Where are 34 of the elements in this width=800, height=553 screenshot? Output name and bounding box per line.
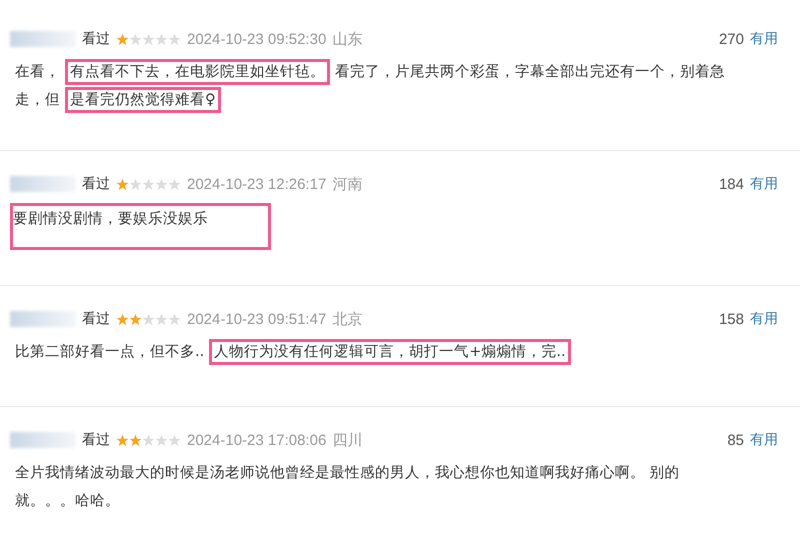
blurred-username (10, 31, 76, 47)
useful-link[interactable]: 有用 (750, 30, 778, 48)
vote-count: 184 (718, 176, 744, 192)
highlighted-text: 有点看不下去，在电影院里如坐针毡。 (65, 59, 330, 85)
watched-label: 看过 (82, 310, 110, 328)
review-location: 山东 (332, 30, 362, 48)
review-text: 看完了，片尾共两个彩蛋，字幕全部出完还有一个，别着急 (334, 62, 726, 82)
vote-count: 85 (727, 432, 744, 448)
useful-link[interactable]: 有用 (750, 431, 778, 449)
blurred-username (10, 432, 76, 448)
vote-count: 270 (718, 30, 744, 48)
review-location: 河南 (332, 174, 362, 194)
review-time: 2024-10-23 09:51:47 (187, 310, 326, 328)
review-location: 北京 (332, 310, 362, 328)
watched-label: 看过 (82, 431, 110, 449)
review-time: 2024-10-23 12:26:17 (187, 176, 326, 192)
blurred-username (10, 311, 76, 327)
useful-link[interactable]: 有用 (750, 310, 778, 328)
review-text: 在看， (14, 63, 61, 82)
useful-link[interactable]: 有用 (750, 175, 778, 193)
review-time: 2024-10-23 09:52:30 (187, 30, 326, 48)
vote-count: 158 (718, 310, 744, 328)
review-text: 全片我情绪波动最大的时候是汤老师说他曾经是最性感的男人，我心想你也知道啊我好痛心啊。 别的 (14, 464, 681, 483)
watched-label: 看过 (82, 30, 110, 48)
watched-label: 看过 (82, 175, 110, 193)
review-text: 比第二部好看一点，但不多.. (14, 342, 206, 362)
highlighted-text: 人物行为没有任何逻辑可言，胡打一气+煽煽情，完.. (209, 339, 571, 365)
highlighted-text: 要剧情没剧情，要娱乐没娱乐 (10, 203, 271, 250)
review-time: 2024-10-23 17:08:06 (187, 432, 326, 448)
review-text: 就。。。哈哈。 (14, 492, 121, 511)
blurred-username (10, 176, 76, 192)
highlighted-text: 是看完仍然觉得难看♀ (65, 87, 221, 113)
review-text: 走，但 (14, 91, 61, 110)
review-location: 四川 (332, 430, 362, 450)
